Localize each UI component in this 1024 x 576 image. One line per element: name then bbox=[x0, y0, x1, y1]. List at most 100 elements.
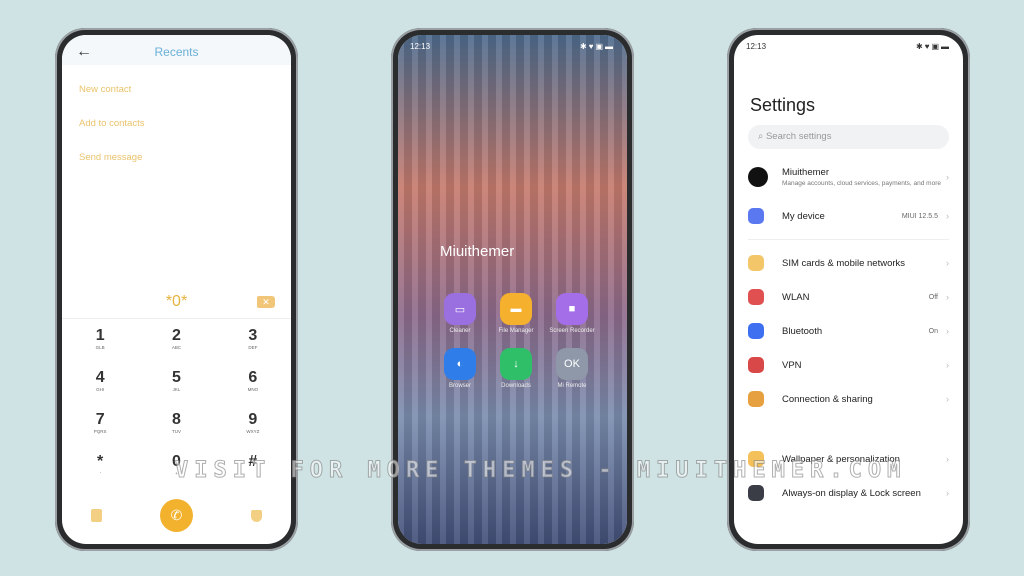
chevron-right-icon: › bbox=[946, 488, 949, 498]
dial-input[interactable]: *0* ✕ bbox=[62, 285, 291, 319]
dial-key[interactable]: 9 WXYZ bbox=[215, 411, 291, 441]
dial-key[interactable]: 6 MNO bbox=[215, 369, 291, 399]
dial-key[interactable]: 4 GHI bbox=[62, 369, 138, 399]
key-digit: 7 bbox=[95, 411, 105, 428]
setting-icon bbox=[748, 391, 764, 407]
dial-key[interactable]: 5 JKL bbox=[138, 369, 214, 399]
chevron-right-icon: › bbox=[946, 211, 949, 221]
key-digit: 9 bbox=[248, 411, 258, 428]
row-label: Bluetooth bbox=[782, 325, 823, 337]
setting-icon bbox=[748, 357, 764, 373]
back-arrow-icon[interactable]: ← bbox=[76, 43, 92, 61]
app-label: Browser bbox=[448, 383, 471, 389]
key-digit: 6 bbox=[248, 369, 258, 386]
settings-row[interactable]: Bluetooth On › bbox=[734, 314, 963, 348]
status-bar: 12:13 ✱♥▣▬ bbox=[734, 35, 963, 57]
add-to-contacts-link[interactable]: Add to contacts bbox=[62, 107, 291, 141]
divider bbox=[748, 239, 949, 240]
app-icon-file-manager[interactable]: ▬ File Manager bbox=[488, 293, 544, 334]
contacts-icon[interactable] bbox=[91, 509, 102, 522]
chevron-right-icon: › bbox=[946, 292, 949, 302]
dial-key[interactable]: * ' bbox=[62, 453, 138, 483]
key-digit: 1 bbox=[95, 327, 105, 344]
row-value: MIUI 12.5.5 bbox=[901, 212, 938, 220]
key-digit: 5 bbox=[172, 369, 181, 386]
app-icon-cleaner[interactable]: ▭ Cleaner bbox=[432, 293, 488, 334]
app-icon: ▭ bbox=[444, 293, 476, 325]
settings-row[interactable]: SIM cards & mobile networks › bbox=[734, 246, 963, 280]
key-letters: GHI bbox=[96, 387, 105, 392]
dial-key[interactable]: 8 TUV bbox=[138, 411, 214, 441]
key-letters: MNO bbox=[247, 387, 259, 392]
home-widget-title: Miuithemer bbox=[440, 243, 515, 260]
app-label: Screen Recorder bbox=[549, 328, 595, 334]
avatar bbox=[748, 167, 768, 187]
app-label: Downloads bbox=[501, 383, 531, 389]
chevron-right-icon: › bbox=[946, 172, 949, 182]
row-value: Off bbox=[928, 293, 938, 301]
setting-icon bbox=[748, 485, 764, 501]
send-message-link[interactable]: Send message bbox=[62, 141, 291, 175]
status-time: 12:13 bbox=[746, 41, 767, 51]
search-placeholder: Search settings bbox=[765, 131, 832, 142]
search-input[interactable]: ⌕ Search settings bbox=[748, 125, 949, 149]
row-label: SIM cards & mobile networks bbox=[782, 257, 906, 269]
settings-row[interactable]: Connection & sharing › bbox=[734, 382, 963, 416]
page-title: Recents bbox=[154, 45, 199, 59]
dial-key[interactable]: 3 DEF bbox=[215, 327, 291, 357]
key-digit: 8 bbox=[172, 411, 181, 428]
app-icon: ↓ bbox=[500, 348, 532, 380]
device-icon bbox=[748, 208, 764, 224]
chevron-right-icon: › bbox=[946, 258, 949, 268]
watermark: VISIT FOR MORE THEMES - MIUITHEMER.COM bbox=[174, 458, 907, 484]
chevron-right-icon: › bbox=[946, 326, 949, 336]
app-icon: ■ bbox=[556, 293, 588, 325]
key-digit: 3 bbox=[248, 327, 258, 344]
row-label: VPN bbox=[782, 359, 802, 371]
app-icon-mi-remote[interactable]: OK Mi Remote bbox=[544, 348, 600, 389]
key-digit: 4 bbox=[95, 369, 105, 386]
setting-icon bbox=[748, 323, 764, 339]
app-icon-browser[interactable]: ◐ Browser bbox=[432, 348, 488, 389]
key-letters: DEF bbox=[248, 345, 258, 350]
dial-number: *0* bbox=[165, 293, 188, 310]
chevron-right-icon: › bbox=[946, 454, 949, 464]
status-time: 12:13 bbox=[410, 41, 431, 51]
account-name: Miuithemer bbox=[782, 166, 829, 178]
call-button[interactable]: ✆ bbox=[160, 499, 193, 532]
chevron-right-icon: › bbox=[946, 394, 949, 404]
row-label: Always-on display & Lock screen bbox=[782, 487, 921, 499]
app-label: Mi Remote bbox=[557, 383, 587, 389]
row-label: My device bbox=[782, 210, 825, 222]
key-letters: WXYZ bbox=[246, 429, 260, 434]
new-contact-link[interactable]: New contact bbox=[62, 73, 291, 107]
key-letters: JKL bbox=[172, 387, 181, 392]
key-digit: * bbox=[97, 453, 104, 470]
chevron-right-icon: › bbox=[946, 360, 949, 370]
account-desc: Manage accounts, cloud services, payment… bbox=[782, 179, 941, 187]
app-label: Cleaner bbox=[449, 328, 471, 334]
my-device-row[interactable]: My device MIUI 12.5.5 › bbox=[734, 199, 963, 233]
app-icon: ◐ bbox=[444, 348, 476, 380]
setting-icon bbox=[748, 255, 764, 271]
backspace-icon[interactable]: ✕ bbox=[257, 296, 275, 308]
status-icons: ✱♥▣▬ bbox=[915, 41, 951, 51]
shield-icon[interactable] bbox=[251, 509, 262, 522]
key-letters: PQRS bbox=[93, 429, 107, 434]
settings-row[interactable]: VPN › bbox=[734, 348, 963, 382]
status-bar: 12:13 ✱♥▣▬ bbox=[398, 35, 627, 57]
dial-key[interactable]: 7 PQRS bbox=[62, 411, 138, 441]
settings-row[interactable]: WLAN Off › bbox=[734, 280, 963, 314]
page-title: Settings bbox=[750, 95, 816, 115]
search-icon: ⌕ bbox=[758, 131, 766, 142]
dial-key[interactable]: 2 ABC bbox=[138, 327, 214, 357]
account-row[interactable]: Miuithemer Manage accounts, cloud service… bbox=[734, 155, 963, 199]
dial-key[interactable]: 1 GLB bbox=[62, 327, 138, 357]
key-letters: TUV bbox=[171, 429, 181, 434]
app-icon-screen-recorder[interactable]: ■ Screen Recorder bbox=[544, 293, 600, 334]
app-icon-downloads[interactable]: ↓ Downloads bbox=[488, 348, 544, 389]
status-icons: ✱♥▣▬ bbox=[579, 41, 615, 51]
row-label: WLAN bbox=[782, 291, 810, 303]
row-value: On bbox=[928, 327, 938, 335]
app-icon: ▬ bbox=[500, 293, 532, 325]
